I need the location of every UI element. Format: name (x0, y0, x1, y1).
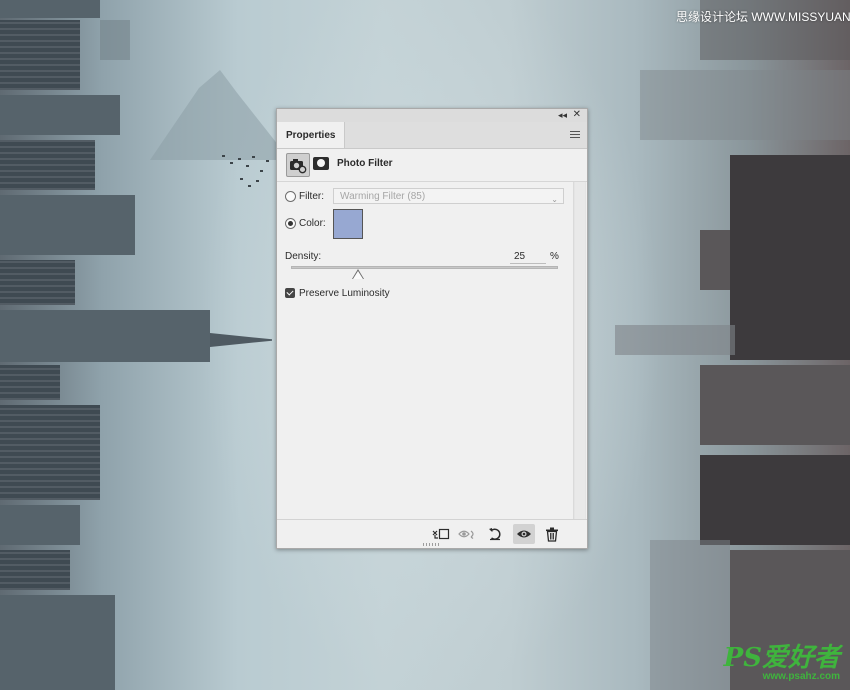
density-input[interactable] (510, 250, 546, 264)
adjustment-layer-button[interactable] (286, 153, 310, 177)
trash-icon (546, 527, 558, 542)
adjustment-header: Photo Filter (277, 149, 587, 182)
panel-resize-grip[interactable] (423, 543, 441, 546)
building (0, 365, 60, 400)
filter-dropdown-value: Warming Filter (85) (340, 191, 426, 202)
properties-panel: ◂◂ ✕ Properties Photo Filter Filter: War… (276, 108, 588, 549)
watermark-logo: PS爱好者 www.psahz.com (724, 645, 840, 682)
density-label: Density: (285, 251, 322, 262)
eye-previous-icon (458, 530, 474, 539)
building (0, 595, 115, 690)
watermark-site-text: 思缘设计论坛 WWW.MISSYUAN.COM (676, 10, 850, 24)
building (730, 155, 850, 360)
building (650, 540, 730, 690)
panel-tab-bar: Properties (277, 122, 587, 149)
building (0, 505, 80, 545)
building (0, 260, 75, 305)
preserve-luminosity-label: Preserve Luminosity (299, 288, 390, 299)
delete-adjustment-button[interactable] (541, 524, 563, 544)
clip-layer-icon (432, 528, 450, 540)
camera-filter-icon (290, 159, 307, 174)
toggle-visibility-button[interactable] (513, 524, 535, 544)
building (100, 20, 130, 60)
filter-dropdown[interactable]: Warming Filter (85) ⌄ (333, 188, 564, 204)
watermark-logo-text: PS爱好者 (723, 643, 840, 673)
density-slider-track[interactable] (291, 266, 558, 269)
panel-footer (277, 519, 587, 548)
view-previous-state-button[interactable] (457, 524, 479, 544)
building (0, 550, 70, 590)
building (0, 405, 100, 500)
building (700, 365, 850, 445)
scrollbar-thumb[interactable] (575, 182, 585, 520)
building (640, 70, 850, 140)
clip-to-layer-button[interactable] (430, 524, 452, 544)
building (0, 140, 95, 190)
building (0, 20, 80, 90)
panel-scrollbar[interactable] (573, 182, 586, 520)
collapse-panel-icon[interactable]: ◂◂ (558, 109, 567, 121)
chevron-down-icon: ⌄ (551, 195, 558, 204)
adjustment-title: Photo Filter (337, 158, 393, 169)
eye-icon (517, 530, 531, 538)
density-slider-thumb[interactable] (352, 269, 364, 279)
tab-properties[interactable]: Properties (277, 122, 346, 148)
color-radio[interactable] (285, 218, 296, 229)
preserve-luminosity-checkbox[interactable] (285, 288, 295, 298)
adjustment-controls: Filter: Warming Filter (85) ⌄ Color: Den… (277, 182, 573, 520)
building (0, 310, 210, 362)
filter-label: Filter: (299, 191, 324, 202)
building (0, 195, 135, 255)
panel-title-bar[interactable]: ◂◂ ✕ (277, 109, 587, 123)
building (0, 95, 120, 135)
antenna-tower (700, 230, 730, 290)
reset-adjustment-button[interactable] (484, 524, 506, 544)
building (700, 455, 850, 545)
filter-radio[interactable] (285, 191, 296, 202)
color-label: Color: (299, 218, 326, 229)
panel-menu-icon[interactable] (570, 131, 580, 139)
color-swatch[interactable] (333, 209, 363, 239)
building (0, 0, 100, 18)
density-unit: % (550, 251, 559, 262)
reset-icon (489, 528, 501, 541)
close-panel-icon[interactable]: ✕ (573, 109, 581, 121)
layer-mask-icon[interactable] (313, 157, 329, 170)
building (615, 325, 735, 355)
